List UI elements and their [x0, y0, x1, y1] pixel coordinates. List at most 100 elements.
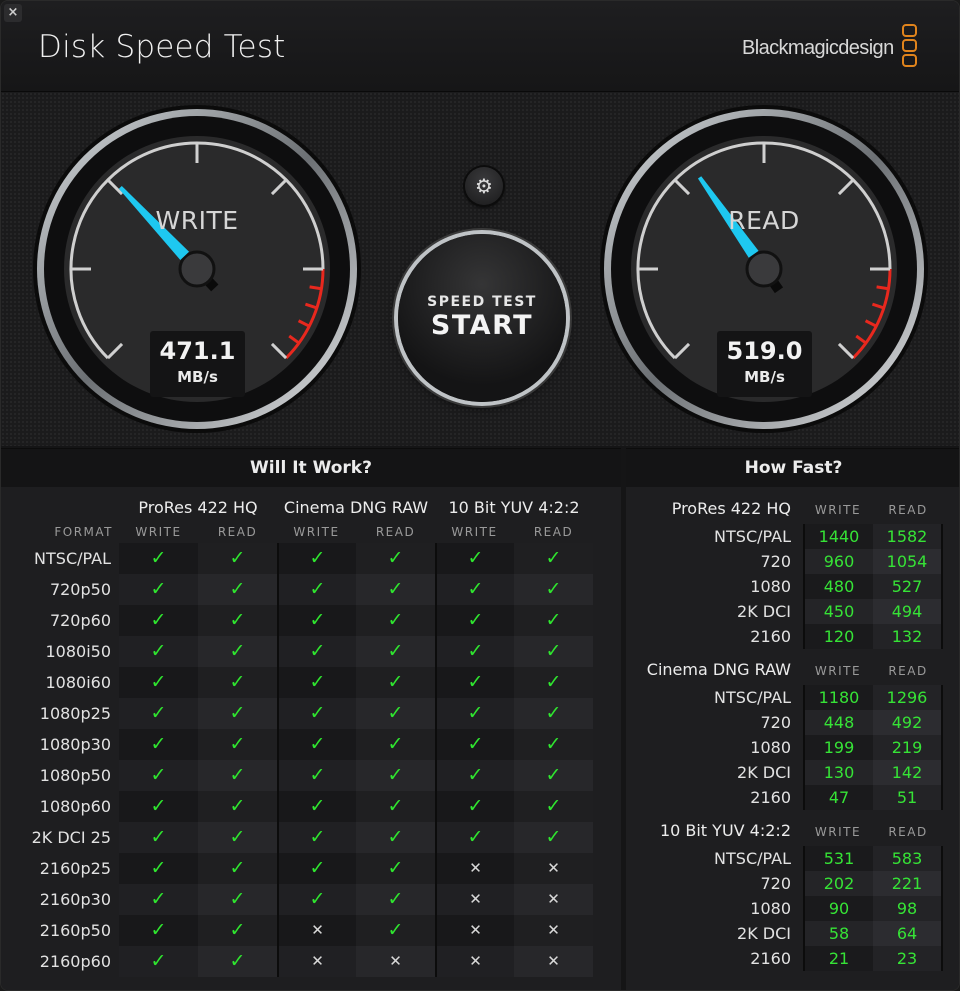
how-fast-write-header: WRITE [814, 664, 862, 678]
format-label: 720p50 [49, 580, 111, 599]
how-fast-row: NTSC/PAL 531 583 [626, 846, 959, 871]
how-fast-write-header: WRITE [814, 825, 862, 839]
table-row: ✓ ✓ ✕ ✓ ✕ ✕ [119, 915, 593, 946]
check-icon: ✓ [356, 605, 435, 636]
brand-name: Blackmagicdesign [742, 37, 894, 59]
prores-write-header: WRITE [135, 525, 182, 539]
check-icon: ✓ [119, 853, 198, 884]
how-fast-panel: How Fast? ProRes 422 HQ WRITE READ NTSC/… [626, 448, 959, 990]
format-label: NTSC/PAL [34, 549, 111, 568]
title-bar: × Disk Speed Test Blackmagicdesign [1, 1, 959, 91]
close-icon: × [7, 5, 19, 20]
check-icon: ✓ [356, 543, 435, 574]
how-fast-read-header: READ [888, 664, 928, 678]
format-label: 1080p25 [39, 704, 111, 723]
how-fast-write-value: 448 [803, 710, 873, 735]
check-icon: ✓ [119, 915, 198, 946]
check-icon: ✓ [198, 853, 277, 884]
how-fast-title: How Fast? [626, 449, 959, 487]
cross-icon: ✕ [277, 915, 356, 946]
format-label: 2K DCI 25 [31, 828, 111, 847]
how-fast-row: 2K DCI 58 64 [626, 921, 959, 946]
how-fast-row-label: NTSC/PAL [714, 527, 791, 546]
cross-icon: ✕ [514, 853, 593, 884]
yuv-write-header: WRITE [451, 525, 498, 539]
how-fast-read-value: 51 [873, 785, 943, 810]
how-fast-row-label: 1080 [750, 738, 791, 757]
format-label: 720p60 [49, 611, 111, 630]
check-icon: ✓ [435, 574, 514, 605]
check-icon: ✓ [198, 822, 277, 853]
how-fast-read-header: READ [888, 825, 928, 839]
settings-button[interactable]: ⚙ [465, 167, 503, 205]
codec-header-cinema-dng: Cinema DNG RAW [283, 498, 429, 517]
format-label: 1080p60 [39, 797, 111, 816]
start-button-label: START [430, 310, 534, 341]
check-icon: ✓ [277, 667, 356, 698]
check-icon: ✓ [198, 760, 277, 791]
how-fast-row: 2160 21 23 [626, 946, 959, 971]
check-icon: ✓ [356, 729, 435, 760]
how-fast-write-value: 199 [803, 735, 873, 760]
check-icon: ✓ [356, 760, 435, 791]
how-fast-row: 2160 47 51 [626, 785, 959, 810]
how-fast-row: 720 202 221 [626, 871, 959, 896]
read-gauge-label: READ [728, 206, 800, 235]
how-fast-row-label: 720 [760, 552, 791, 571]
gauge-hub [745, 250, 783, 288]
how-fast-row: NTSC/PAL 1180 1296 [626, 685, 959, 710]
check-icon: ✓ [435, 791, 514, 822]
check-icon: ✓ [435, 698, 514, 729]
check-icon: ✓ [514, 543, 593, 574]
check-icon: ✓ [435, 760, 514, 791]
cross-icon: ✕ [356, 946, 435, 977]
table-row: ✓ ✓ ✓ ✓ ✓ ✓ [119, 698, 593, 729]
check-icon: ✓ [277, 574, 356, 605]
check-icon: ✓ [356, 915, 435, 946]
dng-read-header: READ [375, 525, 416, 539]
how-fast-read-value: 1054 [873, 549, 943, 574]
check-icon: ✓ [198, 698, 277, 729]
check-icon: ✓ [356, 667, 435, 698]
check-icon: ✓ [119, 667, 198, 698]
check-icon: ✓ [277, 853, 356, 884]
how-fast-row: 720 960 1054 [626, 549, 959, 574]
write-readout: 471.1 MB/s [150, 331, 245, 397]
start-button[interactable]: SPEED TEST START [398, 234, 566, 402]
format-label: 2160p30 [39, 890, 111, 909]
table-row: ✓ ✓ ✓ ✓ ✓ ✓ [119, 605, 593, 636]
close-button[interactable]: × [4, 4, 22, 22]
gauge-hub [178, 250, 216, 288]
check-icon: ✓ [277, 698, 356, 729]
check-icon: ✓ [356, 791, 435, 822]
prores-read-header: READ [217, 525, 258, 539]
codec-header-yuv: 10 Bit YUV 4:2:2 [448, 498, 580, 517]
check-icon: ✓ [119, 698, 198, 729]
check-icon: ✓ [514, 791, 593, 822]
cross-icon: ✕ [514, 946, 593, 977]
check-icon: ✓ [514, 636, 593, 667]
format-label: 2160p60 [39, 952, 111, 971]
cross-icon: ✕ [514, 915, 593, 946]
how-fast-read-value: 583 [873, 846, 943, 871]
table-row: ✓ ✓ ✓ ✓ ✓ ✓ [119, 729, 593, 760]
read-gauge: READ 519.0 MB/s [599, 104, 929, 434]
how-fast-codec-title: 10 Bit YUV 4:2:2 [659, 821, 791, 840]
how-fast-write-value: 202 [803, 871, 873, 896]
check-icon: ✓ [198, 667, 277, 698]
how-fast-row: 720 448 492 [626, 710, 959, 735]
check-icon: ✓ [198, 574, 277, 605]
how-fast-write-value: 531 [803, 846, 873, 871]
how-fast-read-value: 494 [873, 599, 943, 624]
how-fast-row-label: NTSC/PAL [714, 688, 791, 707]
how-fast-read-value: 64 [873, 921, 943, 946]
check-icon: ✓ [277, 729, 356, 760]
cross-icon: ✕ [435, 946, 514, 977]
how-fast-row: 2K DCI 450 494 [626, 599, 959, 624]
check-icon: ✓ [514, 574, 593, 605]
format-label: 2160p25 [39, 859, 111, 878]
how-fast-row: 2K DCI 130 142 [626, 760, 959, 785]
table-row: ✓ ✓ ✓ ✓ ✓ ✓ [119, 667, 593, 698]
how-fast-row-label: 720 [760, 874, 791, 893]
codec-header-prores: ProRes 422 HQ [138, 498, 258, 517]
